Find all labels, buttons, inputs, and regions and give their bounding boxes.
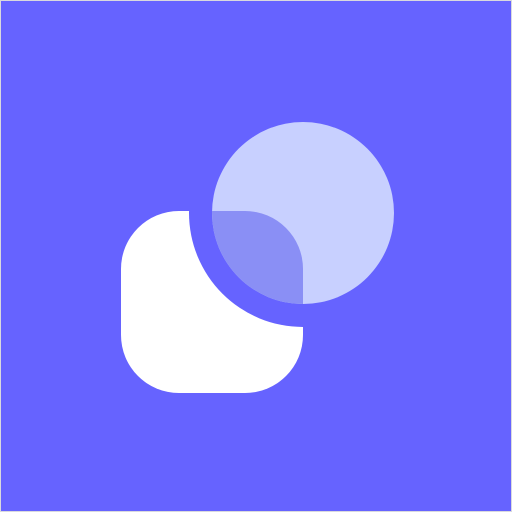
overlapping-rounded-square-and-circle-icon [1,1,511,511]
app-icon-canvas [0,0,512,512]
